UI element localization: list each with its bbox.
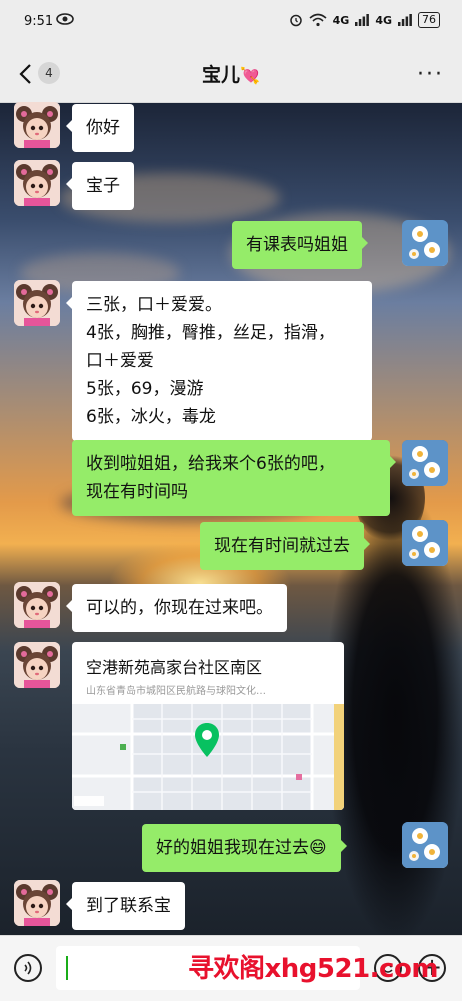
message-text: 6张，冰火，毒龙: [86, 407, 216, 427]
message-text: 你好: [86, 118, 120, 138]
girl-avatar-icon: [14, 280, 60, 326]
girl-avatar-icon: [14, 582, 60, 628]
message-bubble-sent[interactable]: 收到啦姐姐，给我来个6张的吧， 现在有时间吗: [72, 440, 396, 516]
my-avatar[interactable]: [402, 520, 448, 566]
contact-avatar[interactable]: [14, 642, 60, 688]
status-bar: 9:51 4G 4G 76: [0, 0, 462, 44]
contact-avatar[interactable]: [14, 102, 60, 148]
location-address: 山东省青岛市城阳区民航路与球阳文化…: [86, 686, 266, 697]
girl-avatar-icon: [14, 160, 60, 206]
message-bubble-received[interactable]: 可以的，你现在过来吧。: [66, 584, 287, 632]
girl-avatar-icon: [14, 642, 60, 688]
flower-avatar-icon: [402, 220, 448, 266]
message-bubble-received[interactable]: 你好: [66, 104, 134, 152]
message-text: 口＋爱爱: [86, 351, 154, 371]
network-type-2: 4G: [375, 13, 392, 27]
heart-emoji: 💘: [240, 66, 260, 85]
eye-icon: [56, 13, 74, 25]
status-time: 9:51: [24, 14, 54, 29]
message-bubble-received[interactable]: 到了联系宝: [66, 882, 185, 930]
alarm-icon: [289, 14, 302, 27]
signal-icon: [398, 14, 412, 26]
location-card[interactable]: 空港新苑高家台社区南区 山东省青岛市城阳区民航路与球阳文化…: [72, 642, 344, 810]
message-text: 有课表吗姐姐: [246, 235, 348, 255]
flower-avatar-icon: [402, 822, 448, 868]
message-text: 5张，69，漫游: [86, 379, 204, 399]
flower-avatar-icon: [402, 440, 448, 486]
message-bubble-sent[interactable]: 现在有时间就过去: [200, 522, 370, 570]
message-text: 4张，胸推，臀推，丝足，指滑，: [86, 323, 335, 343]
location-map[interactable]: [72, 704, 344, 810]
message-bubble-sent[interactable]: 好的姐姐我现在过去😄: [142, 824, 347, 872]
chat-header: 4 宝儿💘 ···: [0, 44, 462, 103]
network-type-1: 4G: [332, 13, 350, 27]
message-text: 宝子: [86, 176, 120, 196]
map-pin-icon: [195, 723, 219, 757]
message-text: 现在有时间就过去: [214, 536, 350, 556]
message-text: 可以的，你现在过来吧。: [86, 598, 273, 618]
flower-avatar-icon: [402, 520, 448, 566]
more-options-button[interactable]: ···: [417, 62, 444, 87]
chat-area[interactable]: [0, 103, 462, 935]
message-bubble-sent[interactable]: 有课表吗姐姐: [232, 221, 368, 269]
message-text: 好的姐姐我现在过去😄: [156, 838, 327, 858]
message-text: 到了联系宝: [86, 896, 171, 916]
contact-avatar[interactable]: [14, 880, 60, 926]
my-avatar[interactable]: [402, 440, 448, 486]
contact-name: 宝儿: [202, 64, 241, 86]
chat-title: 宝儿💘: [0, 60, 462, 87]
location-name: 空港新苑高家台社区南区: [86, 658, 263, 677]
voice-input-button[interactable]: [14, 954, 42, 982]
voice-icon: [24, 961, 32, 975]
contact-avatar[interactable]: [14, 280, 60, 326]
contact-avatar[interactable]: [14, 582, 60, 628]
watermark-text: 寻欢阁xhg521.com: [188, 954, 438, 984]
my-avatar[interactable]: [402, 220, 448, 266]
message-text: 收到啦姐姐，给我来个6张的吧，: [86, 454, 335, 474]
battery-indicator: 76: [418, 12, 440, 28]
girl-avatar-icon: [14, 880, 60, 926]
message-text: 现在有时间吗: [86, 482, 188, 502]
message-bubble-received[interactable]: 宝子: [66, 162, 134, 210]
contact-avatar[interactable]: [14, 160, 60, 206]
message-text: 三张，口＋爱爱。: [86, 295, 222, 315]
my-avatar[interactable]: [402, 822, 448, 868]
signal-icon: [355, 14, 370, 26]
text-cursor: [66, 956, 68, 980]
wifi-icon: [309, 13, 327, 27]
message-bubble-received[interactable]: 三张，口＋爱爱。 4张，胸推，臀推，丝足，指滑， 口＋爱爱 5张，69，漫游 6…: [66, 281, 372, 441]
girl-avatar-icon: [14, 102, 60, 148]
